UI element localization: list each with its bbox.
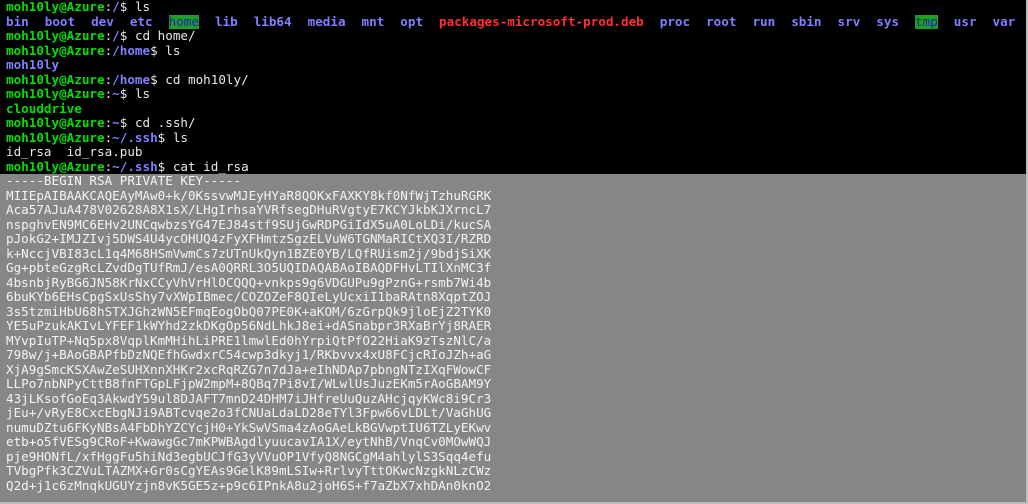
prompt-path: ~/.ssh xyxy=(112,129,158,145)
key-line: Q2d+j1c6zMnqkUGUYzjn8vK5GE5z+p9c6IPnkA8u… xyxy=(6,477,492,493)
prompt-path: ~/.ssh xyxy=(112,158,158,174)
command-text: ls xyxy=(172,129,189,145)
key-line: pje9HONfL/xfHggFu5hiNd3egbUCJfG3yVVuOP1V… xyxy=(6,448,492,464)
key-line: jEu+/vRyE8CxcEbgNJi9ABTcvqe2o3fCNUaLdaLD… xyxy=(6,405,492,420)
key-line: etb+o5fVESg9CRoF+KwawgGc7mKPWBAgdlyuucav… xyxy=(6,434,492,449)
ssh-listing: id_rsa id_rsa.pub xyxy=(6,144,1026,160)
dir-entry: moh10ly xyxy=(6,57,60,72)
selected-key-output[interactable]: -----BEGIN RSA PRIVATE KEY----- MIIEpAIBA… xyxy=(0,173,1026,502)
key-line: 43jLKsofGoEq3AkwdY59ul8DJAFT7mnD24DHM7iJ… xyxy=(6,390,492,406)
prompt-user: moh10ly@Azure xyxy=(6,42,105,58)
listing-entry: packages-microsoft-prod.deb xyxy=(439,13,644,29)
listing-entry: opt xyxy=(400,13,424,29)
key-line: TVbgPfk3CZVuLTAZMX+Gr0sCgYEAs9GelK89mLSI… xyxy=(6,463,492,478)
command-text: cd home/ xyxy=(134,28,196,43)
prompt-path: /home xyxy=(112,71,151,87)
dir-entry: clouddrive xyxy=(6,100,82,116)
key-line: 6buKYb6EHsCpgSxUsShy7vXWpIBmec/COZOZeF8Q… xyxy=(6,289,492,304)
prompt-line: moh10ly@Azure:~/.ssh$ ls xyxy=(6,129,189,145)
terminal-output: moh10ly@Azure:/$ ls bin boot dev etc home lib… xyxy=(0,0,1026,174)
key-line: nspghvEN9MC6EHv2UNCqwbzsYG47EJ84stf9SUjG… xyxy=(6,216,492,232)
prompt-user: moh10ly@Azure xyxy=(6,71,105,87)
key-line: Gg+pbteGzgRcLZvdDgTUfRmJ/esA0QRRL3O5UQID… xyxy=(6,260,492,275)
listing-entry: lib64 xyxy=(253,13,292,29)
listing-entry: sys xyxy=(876,13,900,29)
home-listing: moh10ly xyxy=(6,57,1026,73)
listing-entry: root xyxy=(706,13,737,29)
prompt-line: moh10ly@Azure:~/.ssh$ cat id_rsa xyxy=(6,158,249,174)
prompt-user: moh10ly@Azure xyxy=(6,0,105,14)
key-line: MYvpIuTP+Nq5px8VqplKmMHihLiPRE1lmwlEd0hY… xyxy=(6,332,492,348)
prompt-line: moh10ly@Azure:~$ cd .ssh/ xyxy=(6,115,196,130)
prompt-user: moh10ly@Azure xyxy=(6,115,105,130)
listing-entry: mnt xyxy=(361,13,385,29)
prompt-user: moh10ly@Azure xyxy=(6,28,105,43)
key-line: MIIEpAIBAAKCAQEAyMAw0+k/0KssvwMJEyHYaR8Q… xyxy=(6,187,492,203)
key-line: 4bsnbjRyBG6JN58KrNxCCyVhVrHlOCQQQ+vnkps9… xyxy=(6,274,492,290)
command-text: cd .ssh/ xyxy=(134,115,196,130)
prompt-line: moh10ly@Azure:/$ ls xyxy=(6,0,151,14)
key-line: k+NccjVBI83cL1q4M68HSmVwmCs7zUTnUkQyn1BZ… xyxy=(6,245,492,261)
listing-entry: var xyxy=(992,13,1016,29)
listing-entry: dev xyxy=(91,13,114,29)
key-line: pJokG2+IMJZIvj5DWS4U4ycOHUQ4zFyXFHmtzSgz… xyxy=(6,231,492,246)
prompt-line: moh10ly@Azure:/$ cd home/ xyxy=(6,28,196,43)
key-line: LLPo7nbNPyCttB8fnFTGpLFjpW2mpM+8QBq7Pi8v… xyxy=(6,376,492,391)
key-line: 3s5tzmiHbU68hSTXJGhzWN5EFmqEogObQ07PE0K+… xyxy=(6,303,492,319)
listing-entry: home xyxy=(168,13,199,29)
key-line: YE5uPzukAKIvLYFEF1kWYhd2zkDKgOp56NdLhkJ8… xyxy=(6,318,492,333)
listing-entry: srv xyxy=(837,13,861,29)
terminal-window[interactable]: moh10ly@Azure:/$ ls bin boot dev etc home lib… xyxy=(0,0,1028,504)
file-entries: id_rsa id_rsa.pub xyxy=(6,144,143,159)
prompt-path: /home xyxy=(112,42,151,58)
listing-entry: bin xyxy=(6,13,29,29)
command-text: ls xyxy=(134,0,151,14)
user-listing: clouddrive xyxy=(6,100,1026,117)
listing-entry: run xyxy=(752,13,776,29)
listing-entry: usr xyxy=(953,13,977,29)
listing-entry: etc xyxy=(129,13,153,29)
listing-entry: media xyxy=(307,13,346,29)
key-line: numuDZtu6FKyNBsA4FbDhYZCYcjH0+YkSwVSma4z… xyxy=(6,419,492,435)
prompt-line: moh10ly@Azure:/home$ cd moh10ly/ xyxy=(6,71,249,87)
prompt-line: moh10ly@Azure:/home$ ls xyxy=(6,42,181,58)
command-text: cat id_rsa xyxy=(172,158,249,174)
command-text: ls xyxy=(165,42,181,58)
listing-entry: sbin xyxy=(791,13,822,29)
key-line: -----BEGIN RSA PRIVATE KEY----- xyxy=(6,173,242,188)
prompt-user: moh10ly@Azure xyxy=(6,86,105,101)
command-text: cd moh10ly/ xyxy=(165,71,249,87)
prompt-user: moh10ly@Azure xyxy=(6,129,105,145)
prompt-path: / xyxy=(112,0,120,14)
prompt-line: moh10ly@Azure:~$ ls xyxy=(6,86,151,101)
key-line: 798w/j+BAoGBAPfbDzNQEfhGwdxrC54cwp3dkyj1… xyxy=(6,347,492,362)
command-text: ls xyxy=(134,86,151,101)
prompt-path: ~ xyxy=(112,86,120,101)
key-line: XjA9gSmcKSXAwZeSUHXnnXHKr2xcRqRZG7n7dJa+… xyxy=(6,361,492,377)
prompt-path: / xyxy=(112,28,120,43)
listing-entry: proc xyxy=(659,13,691,29)
listing-entry: lib xyxy=(214,13,238,29)
prompt-user: moh10ly@Azure xyxy=(6,158,105,174)
key-line: Aca57AJuA478V02628A8X1sX/LHgIrhsaYVRfseg… xyxy=(6,202,492,217)
listing-entry: boot xyxy=(44,13,76,29)
root-listing: bin boot dev etc home lib lib64 media mnt opt pack… xyxy=(6,13,1026,29)
listing-entry: tmp xyxy=(915,13,938,29)
prompt-path: ~ xyxy=(112,115,120,130)
